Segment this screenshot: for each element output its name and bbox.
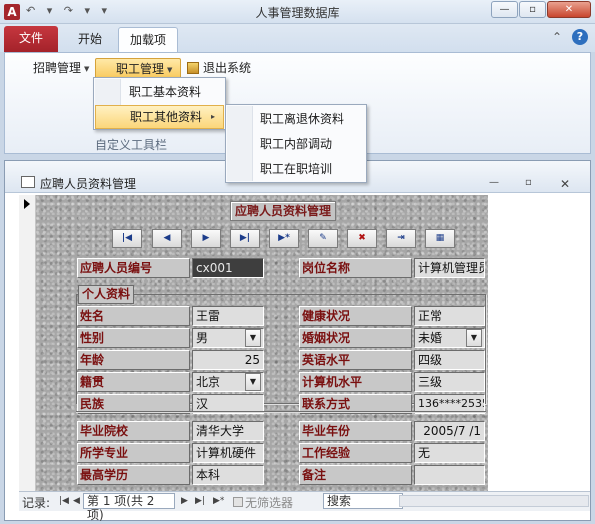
horizontal-scrollbar[interactable]: [399, 495, 589, 507]
chevron-down-icon[interactable]: ▼: [245, 373, 261, 391]
form-icon: [21, 176, 35, 188]
exit-system-label: 退出系统: [203, 61, 252, 75]
personal-section-title: 个人资料: [78, 285, 135, 304]
last-record-button[interactable]: ▶|: [230, 229, 260, 248]
exit-icon: [187, 62, 199, 74]
remarks-field[interactable]: [414, 465, 485, 485]
menu-item-training[interactable]: 职工在职培训: [227, 157, 365, 181]
chevron-down-icon[interactable]: ▼: [466, 329, 482, 347]
gender-label: 性别: [77, 328, 190, 348]
recruit-menu-label: 招聘管理: [33, 61, 82, 75]
menu-item-transfer[interactable]: 职工内部调动: [227, 132, 365, 156]
first-record-icon[interactable]: |◀: [59, 496, 69, 506]
help-icon[interactable]: ?: [572, 29, 588, 45]
form-detail: 应聘人员资料管理 |◀ ◀ ▶ ▶| ▶* ✎ ✖ ⇥ ▦ 应聘人员编号 cx0…: [36, 195, 488, 491]
chevron-down-icon: ▼: [167, 66, 173, 74]
filter-icon: [233, 497, 243, 507]
section-divider: [76, 411, 486, 413]
education-label: 最高学历: [77, 465, 190, 485]
chevron-down-icon: ▼: [84, 65, 90, 73]
english-field[interactable]: 四级: [414, 350, 485, 370]
form-window-title: 应聘人员资料管理: [40, 177, 137, 191]
grad-year-field[interactable]: 2005/7 /1: [414, 421, 485, 441]
minimize-button[interactable]: —: [491, 1, 518, 18]
next-record-button[interactable]: ▶: [191, 229, 221, 248]
staff-menu-label: 职工管理: [116, 62, 165, 76]
form-blank-area: [489, 195, 590, 491]
ribbon-tab-row: 文件 开始 加载项 ⌃ ?: [0, 24, 595, 52]
origin-label: 籍贯: [77, 372, 190, 392]
tab-addins[interactable]: 加载项: [118, 27, 178, 52]
major-field[interactable]: 计算机硬件: [192, 443, 264, 463]
applicant-id-field[interactable]: cx001: [192, 258, 264, 278]
staff-dropdown-menu: 职工基本资料 职工其他资料 ▸: [93, 77, 226, 130]
tab-start[interactable]: 开始: [66, 27, 114, 52]
delete-record-button[interactable]: ✖: [347, 229, 377, 248]
quick-access-toolbar[interactable]: ↶ ▾ ↷ ▾ ▾: [26, 4, 111, 17]
major-label: 所学专业: [77, 443, 190, 463]
health-label: 健康状况: [299, 306, 412, 326]
form-close-button[interactable]: ✕: [560, 177, 570, 191]
ribbon-collapse-icon[interactable]: ⌃: [552, 30, 562, 44]
menu-item-retirement[interactable]: 职工离退休资料: [227, 107, 365, 131]
maximize-button[interactable]: ▫: [519, 1, 546, 18]
experience-field[interactable]: 无: [414, 443, 485, 463]
other-info-submenu: 职工离退休资料 职工内部调动 职工在职培训: [225, 104, 367, 183]
marital-label: 婚姻状况: [299, 328, 412, 348]
new-record-icon[interactable]: ▶*: [213, 496, 224, 506]
computer-level-field[interactable]: 三级: [414, 372, 485, 392]
menu-item-label: 职工其他资料: [130, 110, 203, 124]
current-record-icon: [24, 199, 30, 209]
school-label: 毕业院校: [77, 421, 190, 441]
close-button[interactable]: ✕: [547, 1, 591, 18]
no-filter-button[interactable]: 无筛选器: [245, 494, 293, 511]
applicant-id-label: 应聘人员编号: [77, 258, 190, 278]
education-field[interactable]: 本科: [192, 465, 264, 485]
experience-label: 工作经验: [299, 443, 412, 463]
age-label: 年龄: [77, 350, 190, 370]
remarks-label: 备注: [299, 465, 412, 485]
grad-year-label: 毕业年份: [299, 421, 412, 441]
form-minimize-button[interactable]: —: [489, 177, 499, 188]
access-app-icon[interactable]: A: [4, 4, 20, 20]
computer-level-label: 计算机水平: [299, 372, 412, 392]
position-label: 岗位名称: [299, 258, 412, 278]
last-record-icon[interactable]: ▶|: [195, 496, 205, 506]
form-heading: 应聘人员资料管理: [230, 201, 337, 221]
record-selector[interactable]: [19, 195, 36, 491]
ribbon-group-label: 自定义工具栏: [95, 138, 168, 152]
recruit-menu-button[interactable]: 招聘管理 ▼: [29, 58, 93, 80]
record-position-field[interactable]: 第 1 项(共 2 项): [83, 493, 175, 522]
name-label: 姓名: [77, 306, 190, 326]
tab-file[interactable]: 文件: [4, 26, 58, 52]
title-bar: A ↶ ▾ ↷ ▾ ▾ 人事管理数据库 — ▫ ✕: [0, 0, 595, 24]
school-field[interactable]: 清华大学: [192, 421, 264, 441]
chevron-right-icon: ▸: [210, 112, 215, 121]
search-input[interactable]: 搜索: [323, 493, 403, 509]
form-maximize-button[interactable]: ▫: [525, 177, 532, 188]
prev-record-button[interactable]: ◀: [152, 229, 182, 248]
edit-record-button[interactable]: ✎: [308, 229, 338, 248]
english-label: 英语水平: [299, 350, 412, 370]
form-window: 应聘人员资料管理 — ▫ ✕ 应聘人员资料管理 |◀ ◀ ▶ ▶| ▶* ✎ ✖…: [4, 160, 591, 522]
new-record-button[interactable]: ▶*: [269, 229, 299, 248]
record-label: 记录:: [22, 496, 51, 510]
name-field[interactable]: 王雷: [192, 306, 264, 326]
close-form-button[interactable]: ⇥: [386, 229, 416, 248]
menu-item-staff-basic[interactable]: 职工基本资料: [95, 80, 224, 104]
age-field[interactable]: 25: [192, 350, 264, 370]
menu-item-staff-other[interactable]: 职工其他资料 ▸: [95, 105, 224, 129]
prev-record-icon[interactable]: ◀: [73, 496, 80, 506]
health-field[interactable]: 正常: [414, 306, 485, 326]
first-record-button[interactable]: |◀: [112, 229, 142, 248]
table-view-button[interactable]: ▦: [425, 229, 455, 248]
next-record-icon[interactable]: ▶: [181, 496, 188, 506]
chevron-down-icon[interactable]: ▼: [245, 329, 261, 347]
position-field[interactable]: 计算机管理员: [414, 258, 485, 278]
